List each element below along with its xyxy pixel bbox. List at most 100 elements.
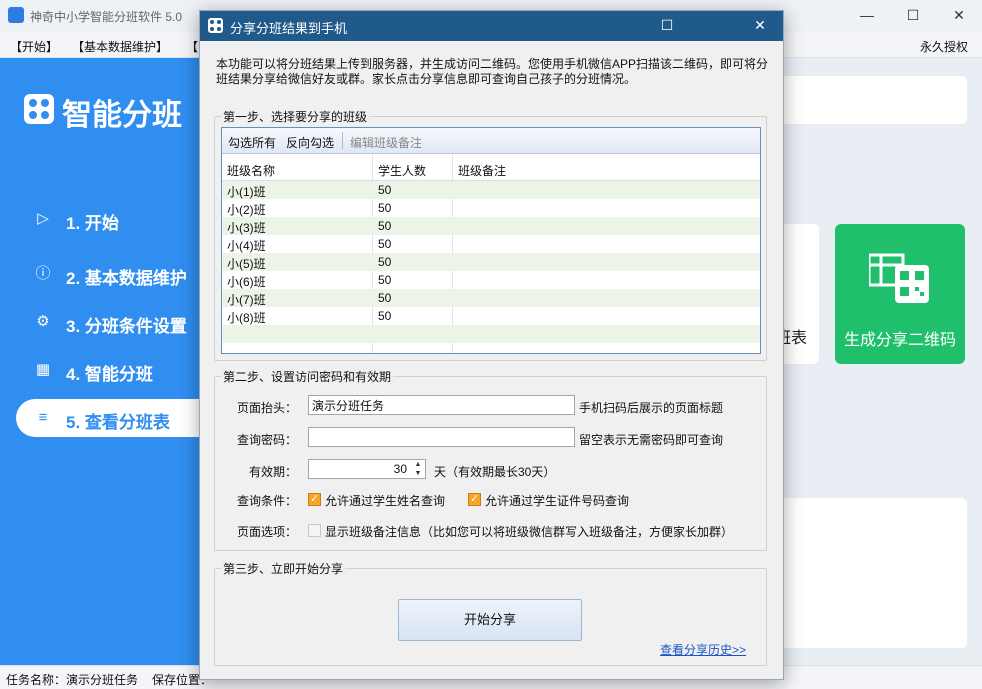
nav-label: 3. 分班条件设置: [66, 317, 187, 336]
query-password-input[interactable]: [308, 427, 575, 447]
query-by-id-checkbox[interactable]: [468, 492, 481, 506]
step1-title: 第一步、选择要分享的班级: [221, 108, 370, 125]
main-window-title: 神奇中小学智能分班软件 5.0: [30, 10, 183, 24]
cell-student-count: 50: [378, 291, 392, 305]
cell-student-count: 50: [378, 237, 392, 251]
share-history-link[interactable]: 查看分享历史>>: [660, 641, 746, 658]
step1-group: 第一步、选择要分享的班级 勾选所有 反向勾选 编辑班级备注 班级名称 学生人数 …: [214, 108, 767, 361]
nav-item-conditions[interactable]: ⚙ 3. 分班条件设置: [16, 303, 216, 341]
generate-qr-card[interactable]: 生成分享二维码: [835, 224, 965, 364]
app-icon: [8, 7, 24, 23]
page-header-input[interactable]: [308, 395, 575, 415]
toolbar-separator: [342, 132, 343, 149]
dialog-close-button[interactable]: ✕: [737, 11, 783, 41]
edit-class-note-button[interactable]: 编辑班级备注: [350, 134, 422, 151]
column-header-class-name[interactable]: 班级名称: [227, 162, 275, 179]
step3-group: 第三步、立即开始分享 开始分享 查看分享历史>>: [214, 560, 767, 666]
nav-label: 5. 查看分班表: [66, 413, 170, 432]
card-label: 生成分享二维码: [843, 332, 956, 349]
cell-class-name: 小(1)班: [227, 185, 266, 199]
status-task-name: 任务名称：演示分班任务: [6, 673, 139, 687]
start-share-button[interactable]: 开始分享: [398, 599, 582, 641]
step2-title: 第二步、设置访问密码和有效期: [221, 368, 394, 385]
cell-class-name: 小(6)班: [227, 275, 266, 289]
search-list-icon: ≡: [38, 409, 48, 426]
password-label: 查询密码：: [236, 433, 297, 447]
validity-hint: 天（有效期最长30天）: [434, 465, 556, 479]
cell-class-name: 小(2)班: [227, 203, 266, 217]
table-row[interactable]: 小(2)班 50: [222, 199, 760, 217]
info-icon: ⓘ: [35, 265, 51, 282]
dialog-app-icon: [208, 18, 223, 33]
table-row[interactable]: 小(6)班 50: [222, 271, 760, 289]
show-class-note-label[interactable]: 显示班级备注信息（比如您可以将班级微信群写入班级备注，方便家长加群）: [325, 523, 733, 540]
column-header-class-note[interactable]: 班级备注: [458, 162, 506, 179]
nav-label: 2. 基本数据维护: [66, 269, 187, 288]
nav-item-smart-split[interactable]: ▦ 4. 智能分班: [16, 351, 216, 389]
query-by-id-label[interactable]: 允许通过学生证件号码查询: [485, 492, 629, 509]
nav-item-start[interactable]: ▷ 1. 开始: [16, 200, 216, 238]
cell-student-count: 50: [378, 255, 392, 269]
play-icon: ▷: [37, 210, 49, 227]
table-row[interactable]: 小(4)班 50: [222, 235, 760, 253]
menu-start[interactable]: 【开始】: [10, 38, 58, 55]
invert-selection-button[interactable]: 反向勾选: [286, 134, 334, 151]
cell-student-count: 50: [378, 273, 392, 287]
cell-student-count: 50: [378, 219, 392, 233]
table-row[interactable]: 小(1)班 50: [222, 181, 760, 199]
spin-down-icon[interactable]: ▼: [411, 469, 425, 478]
query-by-name-label[interactable]: 允许通过学生姓名查询: [325, 492, 445, 509]
grid-icon: ▦: [35, 361, 51, 378]
select-all-button[interactable]: 勾选所有: [228, 134, 276, 151]
table-row[interactable]: 小(7)班 50: [222, 289, 760, 307]
maximize-button[interactable]: ☐: [890, 0, 936, 32]
table-row-empty: [222, 325, 760, 343]
cell-class-name: 小(4)班: [227, 239, 266, 253]
cell-class-name: 小(3)班: [227, 221, 266, 235]
menu-more[interactable]: 【: [186, 38, 198, 55]
cell-class-name: 小(5)班: [227, 257, 266, 271]
cell-student-count: 50: [378, 201, 392, 215]
grid-toolbar: 勾选所有 反向勾选 编辑班级备注: [222, 128, 760, 154]
validity-days-stepper[interactable]: 30 ▲ ▼: [308, 459, 426, 479]
spin-up-icon[interactable]: ▲: [411, 460, 425, 469]
validity-label: 有效期：: [248, 465, 297, 479]
bottom-panel-box: [775, 498, 967, 648]
nav-label: 1. 开始: [66, 214, 119, 233]
cell-student-count: 50: [378, 183, 392, 197]
dialog-title: 分享分班结果到手机: [230, 21, 348, 36]
table-row[interactable]: 小(8)班 50: [222, 307, 760, 325]
cell-student-count: 50: [378, 309, 392, 323]
page-option-label: 页面选项：: [236, 525, 297, 539]
table-row[interactable]: 小(3)班 50: [222, 217, 760, 235]
brand-logo-icon: [24, 94, 54, 124]
share-dialog: 分享分班结果到手机 ☐ ✕ 本功能可以将分班结果上传到服务器，并生成访问二维码。…: [199, 10, 784, 680]
nav-item-view-table[interactable]: ≡ 5. 查看分班表: [16, 399, 216, 437]
step2-group: 第二步、设置访问密码和有效期 页面抬头： 手机扫码后展示的页面标题 查询密码： …: [214, 368, 767, 551]
cell-class-name: 小(7)班: [227, 293, 266, 307]
license-label[interactable]: 永久授权: [920, 38, 968, 55]
top-panel-box: [775, 76, 967, 124]
table-row[interactable]: 小(5)班 50: [222, 253, 760, 271]
header-hint: 手机扫码后展示的页面标题: [579, 401, 724, 415]
grid-header: 班级名称 学生人数 班级备注: [222, 155, 760, 181]
column-header-student-count[interactable]: 学生人数: [378, 162, 426, 179]
header-label: 页面抬头：: [236, 401, 297, 415]
query-condition-label: 查询条件：: [236, 494, 297, 508]
cell-class-name: 小(8)班: [227, 311, 266, 325]
dialog-intro-text: 本功能可以将分班结果上传到服务器，并生成访问二维码。您使用手机微信APP扫描该二…: [216, 57, 769, 86]
sidebar: 智能分班 ▷ 1. 开始 ⓘ 2. 基本数据维护 ⚙ 3. 分班条件设置 ▦ 4…: [0, 58, 216, 665]
dialog-maximize-button[interactable]: ☐: [644, 11, 690, 41]
close-button[interactable]: ✕: [936, 0, 982, 32]
query-by-name-checkbox[interactable]: [308, 492, 321, 506]
step3-title: 第三步、立即开始分享: [221, 560, 346, 577]
show-class-note-checkbox[interactable]: [308, 524, 321, 537]
validity-days-value: 30: [393, 462, 407, 476]
dialog-titlebar: 分享分班结果到手机 ☐ ✕: [200, 11, 783, 41]
menu-basic-data[interactable]: 【基本数据维护】: [72, 38, 168, 55]
class-grid: 勾选所有 反向勾选 编辑班级备注 班级名称 学生人数 班级备注 小(1)班 50…: [221, 127, 761, 354]
brand-title: 智能分班: [62, 99, 182, 132]
nav-item-basic-data[interactable]: ⓘ 2. 基本数据维护: [16, 255, 216, 293]
minimize-button[interactable]: —: [844, 0, 890, 32]
gear-icon: ⚙: [36, 313, 50, 330]
